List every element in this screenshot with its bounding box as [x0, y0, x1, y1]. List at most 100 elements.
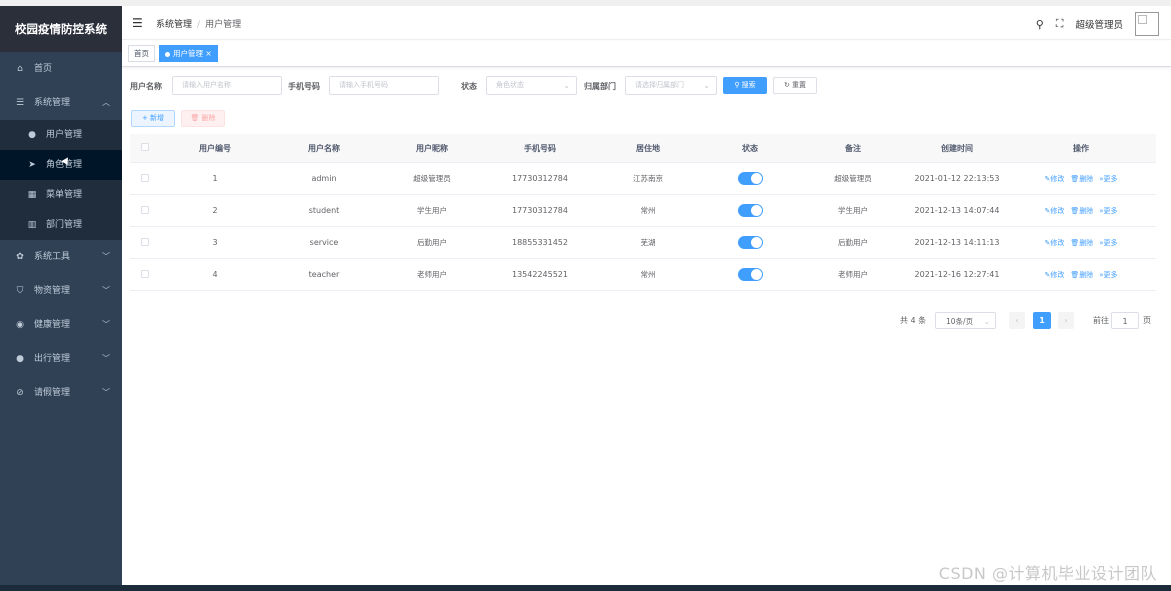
search-button[interactable]: ⚲ 搜索: [723, 77, 767, 94]
cell-phone: 17730312784: [512, 206, 568, 215]
goto-suffix: 页: [1143, 316, 1151, 325]
hamburger-icon[interactable]: ☰: [132, 16, 143, 30]
row-checkbox[interactable]: [130, 173, 160, 184]
delete-link[interactable]: 🗑删除: [1070, 271, 1093, 279]
page-size-value: 10条/页: [946, 317, 974, 326]
edit-link[interactable]: ✎修改: [1044, 239, 1064, 247]
close-icon[interactable]: ×: [205, 49, 211, 58]
status-switch[interactable]: [737, 204, 763, 217]
next-page-button[interactable]: ›: [1058, 312, 1074, 329]
cell-user-id: 3: [212, 238, 218, 247]
tag-users[interactable]: 用户管理 ×: [159, 45, 218, 62]
sidebar-item-label: 出行管理: [34, 354, 71, 364]
sidebar-item-menus[interactable]: ▦ 菜单管理: [0, 180, 122, 210]
delete-link[interactable]: 🗑删除: [1070, 207, 1093, 215]
checkbox[interactable]: [141, 143, 149, 151]
sidebar-item-label: 首页: [34, 64, 53, 74]
sidebar-item-users[interactable]: ● 用户管理: [0, 120, 122, 150]
delete-link[interactable]: 🗑删除: [1070, 239, 1093, 247]
more-link-label: 更多: [1103, 174, 1118, 183]
cell-note: 学生用户: [838, 206, 868, 215]
row-checkbox[interactable]: [130, 269, 160, 280]
checkbox[interactable]: [141, 237, 149, 246]
sidebar-item-home[interactable]: ⌂ 首页: [0, 52, 122, 86]
prev-page-button[interactable]: ‹: [1009, 312, 1025, 329]
more-link[interactable]: »更多: [1099, 207, 1117, 215]
avatar[interactable]: [1135, 12, 1159, 36]
chevron-down-icon: ﹀: [102, 320, 110, 329]
status-switch[interactable]: [737, 236, 763, 249]
col-username: 用户名称: [308, 143, 340, 153]
cell-address: 常州: [640, 206, 656, 215]
reset-button[interactable]: ↻ 重置: [773, 77, 817, 94]
table-row: 4 teacher 老师用户 13542245521 常州 老师用户 2021-…: [130, 259, 1156, 291]
edit-link-label: 修改: [1050, 270, 1065, 279]
more-link[interactable]: »更多: [1099, 175, 1117, 183]
row-checkbox[interactable]: [130, 205, 160, 216]
more-link-label: 更多: [1103, 270, 1118, 279]
sidebar-item-travel[interactable]: ● 出行管理 ﹀: [0, 342, 122, 376]
status-switch[interactable]: [737, 268, 763, 281]
goto-label: 前往: [1093, 316, 1109, 325]
edit-link[interactable]: ✎修改: [1044, 175, 1064, 183]
status-select[interactable]: 角色状态 ⌄: [486, 76, 577, 95]
grid-icon: ▦: [27, 190, 37, 200]
os-taskbar: [0, 585, 1171, 591]
table-row: 3 service 后勤用户 18855331452 芜湖 后勤用户 2021-…: [130, 227, 1156, 259]
username-label: 用户名称: [130, 82, 162, 91]
edit-link[interactable]: ✎修改: [1044, 271, 1064, 279]
goto-page-input[interactable]: 1: [1111, 312, 1139, 329]
refresh-icon: ↻: [783, 81, 793, 89]
send-icon: ➤: [28, 160, 36, 170]
checkbox[interactable]: [141, 205, 149, 214]
tag-home[interactable]: 首页: [128, 45, 155, 62]
delete-link[interactable]: 🗑删除: [1070, 175, 1093, 183]
fullscreen-icon[interactable]: ⛶: [1056, 17, 1064, 31]
username[interactable]: 超级管理员: [1075, 17, 1123, 31]
cell-status: [702, 204, 798, 217]
cell-nickname: 学生用户: [417, 206, 447, 215]
page-number-current[interactable]: 1: [1033, 312, 1051, 329]
tags-view: 首页 用户管理 ×: [122, 41, 1171, 67]
cell-created-time: 2021-01-12 22:13:53: [914, 174, 1000, 183]
sidebar-item-health[interactable]: ◉ 健康管理 ﹀: [0, 308, 122, 342]
sidebar-item-tools[interactable]: ✿ 系统工具 ﹀: [0, 240, 122, 274]
cell-status: [702, 236, 798, 249]
user-icon: ●: [16, 354, 24, 364]
bag-icon: ⛉: [16, 286, 24, 296]
row-checkbox[interactable]: [130, 237, 160, 248]
breadcrumb-item-system[interactable]: 系统管理: [156, 20, 192, 30]
add-button[interactable]: + 新增: [131, 110, 175, 127]
sidebar: 校园疫情防控系统 ⌂ 首页 ☰ 系统管理 ︿ ● 用户管理 ➤ 角色管理 ▦ 菜…: [0, 6, 122, 585]
sidebar-item-supplies[interactable]: ⛉ 物资管理 ﹀: [0, 274, 122, 308]
checkbox[interactable]: [141, 269, 149, 278]
user-icon: ●: [28, 130, 36, 140]
sidebar-item-label: 系统工具: [34, 252, 71, 262]
dept-select[interactable]: 请选择归属部门 ⌄: [625, 76, 717, 95]
username-input[interactable]: 请输入用户名称: [172, 76, 282, 95]
chevron-down-icon: ﹀: [102, 354, 110, 363]
page-size-select[interactable]: 10条/页 ⌄: [935, 312, 996, 329]
sidebar-item-label: 部门管理: [46, 220, 83, 230]
delete-button[interactable]: 🗑 删除: [181, 110, 225, 127]
cell-created-time: 2021-12-16 12:27:41: [914, 270, 1000, 279]
paperclip-icon: ⊘: [16, 388, 24, 398]
delete-button-label: 删除: [201, 114, 216, 122]
cell-note: 后勤用户: [838, 238, 868, 247]
cell-username: student: [308, 206, 340, 215]
sidebar-item-departments[interactable]: ▥ 部门管理: [0, 210, 122, 240]
more-link[interactable]: »更多: [1099, 271, 1117, 279]
cell-user-id: 1: [212, 174, 218, 183]
select-all-checkbox[interactable]: [130, 143, 160, 153]
col-phone: 手机号码: [524, 143, 556, 153]
phone-input[interactable]: 请输入手机号码: [329, 76, 439, 95]
sidebar-item-system[interactable]: ☰ 系统管理 ︿: [0, 86, 122, 120]
more-link[interactable]: »更多: [1099, 239, 1117, 247]
checkbox[interactable]: [141, 173, 149, 182]
edit-link[interactable]: ✎修改: [1044, 207, 1064, 215]
search-icon[interactable]: ⚲: [1036, 18, 1044, 31]
edit-link-label: 修改: [1050, 174, 1065, 183]
sidebar-item-leave[interactable]: ⊘ 请假管理 ﹀: [0, 376, 122, 410]
status-switch[interactable]: [737, 172, 763, 185]
sidebar-item-roles[interactable]: ➤ 角色管理: [0, 150, 122, 180]
